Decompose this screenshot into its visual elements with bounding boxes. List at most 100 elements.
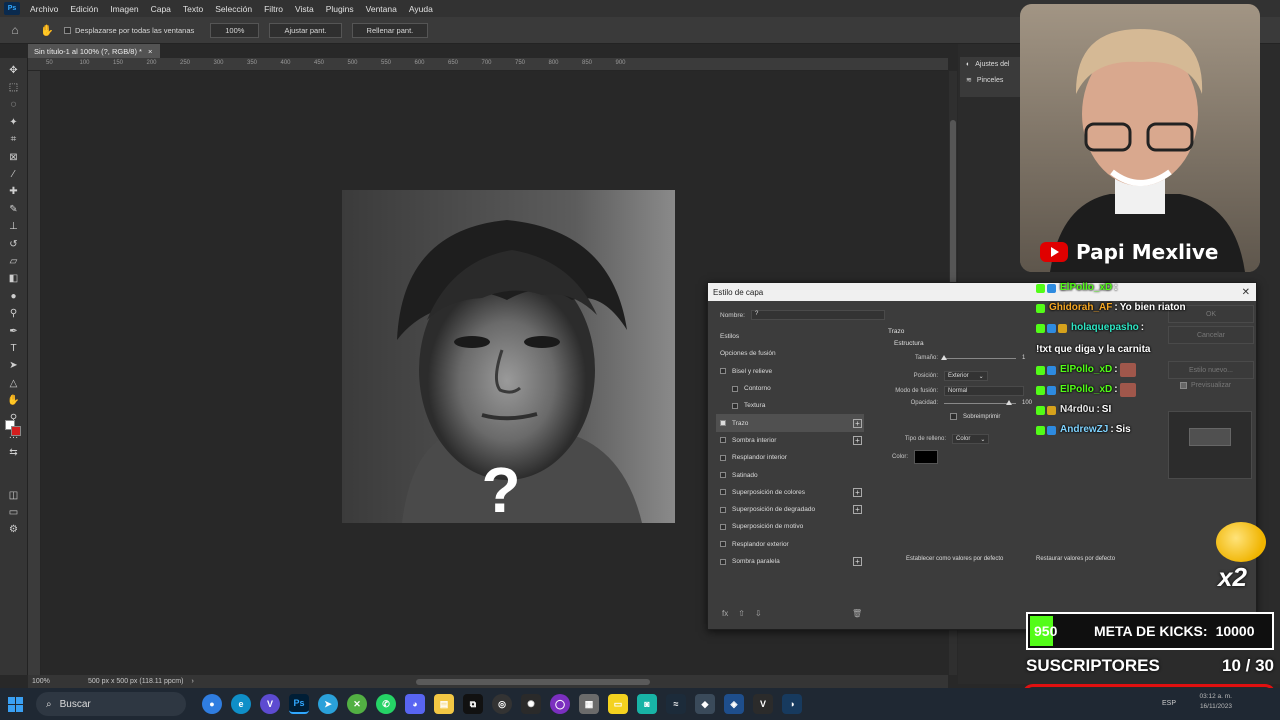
style-checkbox[interactable] xyxy=(720,558,726,565)
app-icon[interactable]: ◙ xyxy=(637,694,657,714)
set-default-button[interactable]: Establecer como valores por defecto xyxy=(906,556,1003,562)
fill-screen-button[interactable]: Rellenar pant. xyxy=(351,22,429,38)
pen-tool-icon[interactable]: ✒ xyxy=(4,323,24,339)
reset-default-button[interactable]: Restaurar valores por defecto xyxy=(1036,556,1115,562)
horizontal-scroll-thumb[interactable] xyxy=(416,679,650,685)
blend-mode-select[interactable]: Normal xyxy=(944,386,1024,396)
style-item-contorno[interactable]: Contorno xyxy=(716,380,864,397)
swap-colors-icon[interactable]: ⇆ xyxy=(4,445,24,461)
obs-icon[interactable]: ◎ xyxy=(492,694,512,714)
magic-wand-tool-icon[interactable]: ✦ xyxy=(4,114,24,130)
eyedropper-tool-icon[interactable]: ⁄ xyxy=(4,166,24,182)
style-item-superposici-n-de-degradado[interactable]: Superposición de degradado + xyxy=(716,501,864,518)
menu-ventana[interactable]: Ventana xyxy=(360,4,403,14)
add-style-icon[interactable]: + xyxy=(853,557,862,566)
document-tab[interactable]: Sin título-1 al 100% (?, RGB/8) * × xyxy=(28,44,160,58)
history-brush-tool-icon[interactable]: ↺ xyxy=(4,236,24,252)
style-checkbox[interactable] xyxy=(720,368,726,375)
telegram-icon[interactable]: ➤ xyxy=(318,694,338,714)
opacity-value[interactable]: 100 xyxy=(1022,400,1032,406)
crop-tool-icon[interactable]: ⌗ xyxy=(4,132,24,148)
screen-mode-icon[interactable]: ▭ xyxy=(4,504,24,520)
steam-icon[interactable]: ◑ xyxy=(782,694,802,714)
menu-selecci-n[interactable]: Selección xyxy=(209,4,258,14)
gradient-tool-icon[interactable]: ◧ xyxy=(4,271,24,287)
type-tool-icon[interactable]: T xyxy=(4,340,24,356)
chatgpt-icon[interactable]: ✺ xyxy=(521,694,541,714)
edit-toolbar-icon[interactable]: ⚙ xyxy=(4,522,24,538)
menu-filtro[interactable]: Filtro xyxy=(258,4,289,14)
eraser-tool-icon[interactable]: ▱ xyxy=(4,253,24,269)
fit-screen-button[interactable]: Ajustar pant. xyxy=(269,22,342,38)
chrome-icon[interactable]: ● xyxy=(202,694,222,714)
status-arrow-icon[interactable]: › xyxy=(191,678,193,685)
lasso-tool-icon[interactable]: ◌ xyxy=(4,97,24,113)
style-checkbox[interactable] xyxy=(720,420,726,427)
style-checkbox[interactable] xyxy=(732,402,738,409)
style-item-resplandor-interior[interactable]: Resplandor interior xyxy=(716,449,864,466)
xbox-icon[interactable]: ✕ xyxy=(347,694,367,714)
trash-icon[interactable]: 🗑 xyxy=(852,609,862,618)
size-slider-knob[interactable] xyxy=(941,354,947,360)
file-explorer-icon[interactable]: ▤ xyxy=(434,694,454,714)
windows-start-icon[interactable] xyxy=(0,688,30,720)
brushes-panel-button[interactable]: ≋ Pinceles xyxy=(960,72,1020,88)
photoshop-taskbar-icon[interactable]: Ps xyxy=(289,694,309,714)
fill-type-select[interactable]: Color ⌄ xyxy=(952,434,990,444)
size-slider[interactable] xyxy=(941,354,1016,360)
style-item-estilos[interactable]: Estilos xyxy=(716,328,864,345)
opacity-slider-knob[interactable] xyxy=(1006,399,1012,405)
healing-brush-tool-icon[interactable]: ✚ xyxy=(4,184,24,200)
dodge-tool-icon[interactable]: ⚲ xyxy=(4,305,24,321)
hand-tool-icon[interactable]: ✋ xyxy=(30,24,64,37)
vertical-scroll-thumb[interactable] xyxy=(950,120,956,290)
menu-imagen[interactable]: Imagen xyxy=(104,4,144,14)
image-viewer-icon[interactable]: ▦ xyxy=(579,694,599,714)
style-item-sombra-interior[interactable]: Sombra interior + xyxy=(716,432,864,449)
style-checkbox[interactable] xyxy=(720,454,726,461)
add-style-icon[interactable]: + xyxy=(853,435,862,445)
menu-archivo[interactable]: Archivo xyxy=(24,4,64,14)
layer-name-field[interactable]: ? xyxy=(750,310,885,320)
hand-tool-icon-side[interactable]: ✋ xyxy=(4,392,24,408)
brush-tool-icon[interactable]: ✎ xyxy=(4,201,24,217)
close-tab-icon[interactable]: × xyxy=(148,47,152,56)
style-item-bisel-y-relieve[interactable]: Bisel y relieve xyxy=(716,363,864,380)
add-style-icon[interactable]: + xyxy=(853,418,862,428)
style-item-resplandor-exterior[interactable]: Resplandor exterior xyxy=(716,536,864,553)
style-checkbox[interactable] xyxy=(720,472,726,479)
valorant-icon[interactable]: V xyxy=(753,694,773,714)
stroke-color-swatch[interactable] xyxy=(914,450,938,464)
taskbar-search[interactable]: ⌕ Buscar xyxy=(36,692,186,716)
add-style-icon[interactable]: + xyxy=(853,487,862,497)
edge-icon[interactable]: e xyxy=(231,694,251,714)
menu-ayuda[interactable]: Ayuda xyxy=(403,4,439,14)
capcut-icon[interactable]: ⧉ xyxy=(463,694,483,714)
quick-mask-icon[interactable]: ◫ xyxy=(4,487,24,503)
vpn-icon[interactable]: V xyxy=(260,694,280,714)
style-checkbox[interactable] xyxy=(720,523,726,530)
style-item-trazo[interactable]: Trazo + xyxy=(716,414,864,432)
move-tool-icon[interactable]: ✥ xyxy=(4,62,24,78)
checkbox-box[interactable] xyxy=(64,26,71,34)
git-icon[interactable]: ◆ xyxy=(695,694,715,714)
style-checkbox[interactable] xyxy=(720,541,726,548)
blur-tool-icon[interactable]: ● xyxy=(4,288,24,304)
frame-tool-icon[interactable]: ⊠ xyxy=(4,149,24,165)
style-checkbox[interactable] xyxy=(720,489,726,496)
twitch-icon[interactable]: ◯ xyxy=(550,694,570,714)
vscode-icon[interactable]: ◈ xyxy=(724,694,744,714)
zoom-field[interactable]: 100% xyxy=(210,22,260,38)
style-checkbox[interactable] xyxy=(720,506,726,513)
menu-plugins[interactable]: Plugins xyxy=(320,4,360,14)
path-selection-tool-icon[interactable]: ➤ xyxy=(4,358,24,374)
size-value[interactable]: 1 xyxy=(1022,355,1025,361)
home-icon[interactable]: ⌂ xyxy=(0,23,30,37)
network-app-icon[interactable]: ≈ xyxy=(666,694,686,714)
style-item-textura[interactable]: Textura xyxy=(716,397,864,414)
fx-button[interactable]: fx xyxy=(722,609,728,618)
position-select[interactable]: Exterior ⌄ xyxy=(944,371,988,381)
adjustments-panel-button[interactable]: ◐ Ajustes del xyxy=(960,57,1020,72)
style-item-superposici-n-de-colores[interactable]: Superposición de colores + xyxy=(716,484,864,501)
status-zoom[interactable]: 100% xyxy=(28,678,88,685)
